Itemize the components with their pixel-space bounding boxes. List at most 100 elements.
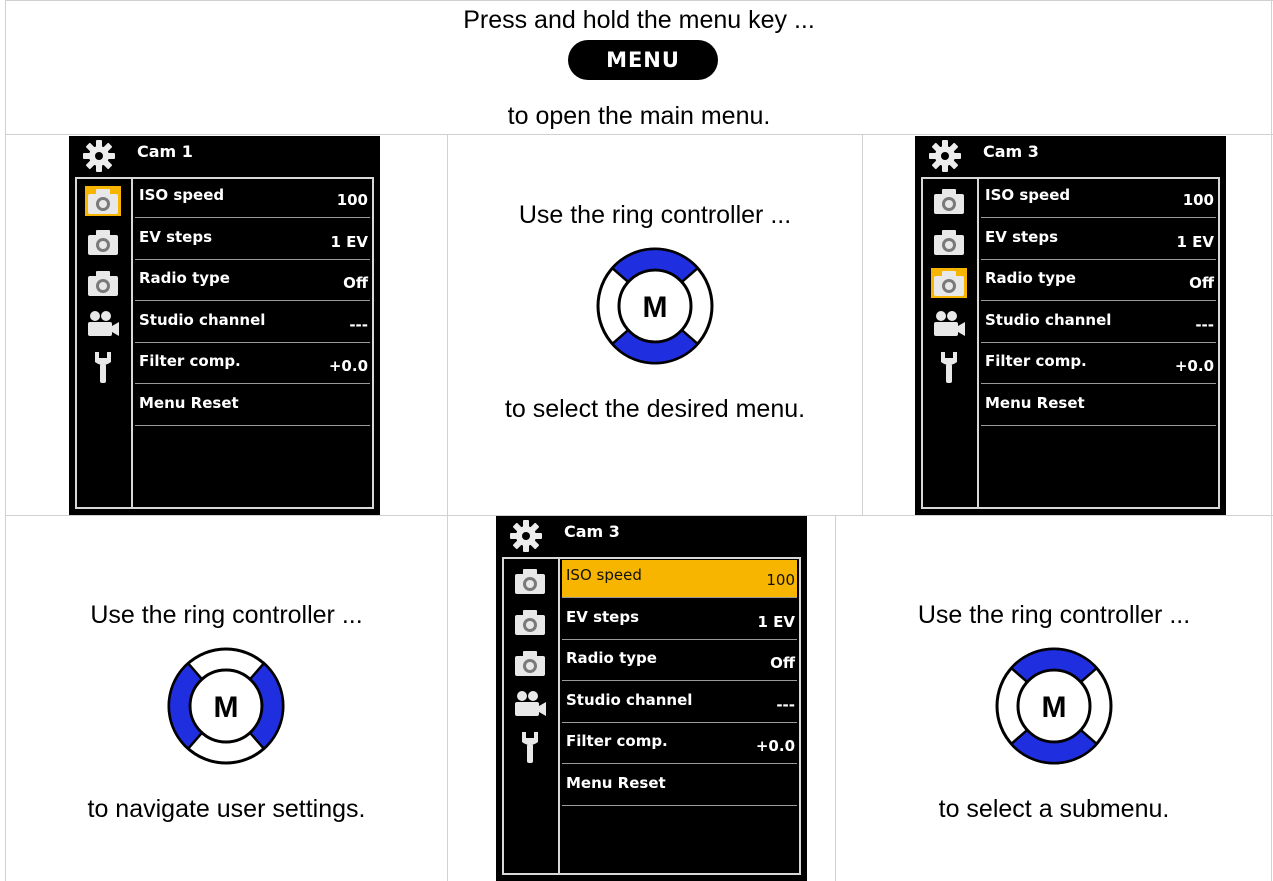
menu-row-value: +0.0 xyxy=(328,357,368,375)
menu-row[interactable]: EV steps 1 EV xyxy=(981,222,1216,260)
menu-row[interactable]: Menu Reset xyxy=(562,768,797,806)
camera-icon[interactable] xyxy=(85,268,121,298)
menu-row[interactable]: ISO speed 100 xyxy=(981,180,1216,218)
mid-instruction-line1: Use the ring controller ... xyxy=(518,201,792,229)
grid-col-divider-2 xyxy=(862,135,863,515)
menu-row-label: Filter comp. xyxy=(566,732,668,750)
camera-icon[interactable] xyxy=(512,607,548,637)
menu-row-value: Off xyxy=(770,654,795,672)
bottom-left-line1: Use the ring controller ... xyxy=(90,601,363,629)
ring-controller[interactable]: M xyxy=(595,246,715,366)
menu-row-label: Menu Reset xyxy=(139,393,239,412)
menu-screen-cam1: Cam 1 ISO speed 100 EV steps 1 EV Radio type… xyxy=(69,136,380,515)
video-camera-icon[interactable] xyxy=(85,309,121,339)
menu-row[interactable]: Radio type Off xyxy=(562,643,797,681)
screen-title: Cam 3 xyxy=(564,522,620,541)
camera-icon[interactable] xyxy=(931,227,967,257)
camera-icon[interactable] xyxy=(512,566,548,596)
menu-row[interactable]: Filter comp. +0.0 xyxy=(135,346,370,384)
bottom-right-line2: to select a submenu. xyxy=(938,795,1170,823)
screen-title: Cam 1 xyxy=(137,142,193,161)
menu-row-value: Off xyxy=(1189,274,1214,292)
wrench-icon[interactable] xyxy=(85,350,121,383)
menu-row[interactable]: Menu Reset xyxy=(981,388,1216,426)
ring-letter: M xyxy=(643,291,668,324)
top-instruction-line2: to open the main menu. xyxy=(507,102,771,130)
menu-row[interactable]: Radio type Off xyxy=(135,263,370,301)
menu-row-value: +0.0 xyxy=(755,737,795,755)
camera-icon[interactable] xyxy=(85,186,121,216)
menu-row-label: Filter comp. xyxy=(139,352,241,370)
video-camera-icon[interactable] xyxy=(512,689,548,719)
menu-row-value: 1 EV xyxy=(330,232,368,251)
side-tab-column xyxy=(506,566,556,771)
menu-row[interactable]: EV steps 1 EV xyxy=(135,222,370,260)
video-camera-icon[interactable] xyxy=(931,309,967,339)
menu-row-label: Studio channel xyxy=(985,310,1112,329)
menu-row-value: 1 EV xyxy=(1176,232,1214,251)
menu-rows: ISO speed 100 EV steps 1 EV Radio type Off Stu… xyxy=(981,180,1216,429)
gear-icon xyxy=(506,518,546,554)
bottom-right-instruction-cell: Use the ring controller ... M to select … xyxy=(836,516,1272,881)
menu-row[interactable]: Filter comp. +0.0 xyxy=(562,726,797,764)
gear-icon xyxy=(79,138,119,174)
menu-rows: ISO speed 100 EV steps 1 EV Radio type Off Stu… xyxy=(135,180,370,429)
bottom-left-line2: to navigate user settings. xyxy=(87,795,366,823)
wrench-icon[interactable] xyxy=(931,350,967,383)
menu-row-label: ISO speed xyxy=(985,186,1071,204)
menu-row-label: EV steps xyxy=(566,607,640,626)
menu-row[interactable]: Studio channel --- xyxy=(562,685,797,723)
bottom-right-line1: Use the ring controller ... xyxy=(917,601,1191,629)
menu-row-value: 100 xyxy=(766,571,795,589)
ring-controller[interactable]: M xyxy=(166,646,286,766)
menu-row-value: --- xyxy=(776,695,795,714)
menu-row-label: Filter comp. xyxy=(985,352,1087,370)
menu-row-label: Radio type xyxy=(985,269,1076,287)
menu-row-value: Off xyxy=(343,274,368,292)
screen-divider xyxy=(131,177,133,509)
side-tab-column xyxy=(79,186,129,391)
menu-row-value: 100 xyxy=(1182,191,1214,209)
menu-row-value: 1 EV xyxy=(757,612,795,631)
ring-controller[interactable]: M xyxy=(994,646,1114,766)
menu-row-label: EV steps xyxy=(985,227,1059,246)
menu-row[interactable]: Filter comp. +0.0 xyxy=(981,346,1216,384)
menu-row-label: Radio type xyxy=(139,269,230,287)
menu-row-label: EV steps xyxy=(139,227,213,246)
menu-row-value: --- xyxy=(349,315,368,334)
mid-instruction-line2: to select the desired menu. xyxy=(504,395,806,423)
menu-row-label: Menu Reset xyxy=(985,393,1085,412)
menu-row[interactable]: Menu Reset xyxy=(135,388,370,426)
menu-row-label: Studio channel xyxy=(139,310,266,329)
menu-row-value: +0.0 xyxy=(1174,357,1214,375)
ring-letter: M xyxy=(1042,691,1067,724)
menu-key-button[interactable]: MENU xyxy=(568,40,718,80)
screen-divider xyxy=(977,177,979,509)
camera-icon[interactable] xyxy=(931,268,967,298)
mid-instruction-cell: Use the ring controller ... M to select … xyxy=(448,135,862,515)
ring-letter: M xyxy=(214,691,239,724)
menu-row[interactable]: ISO speed 100 xyxy=(562,560,797,598)
menu-row[interactable]: EV steps 1 EV xyxy=(562,602,797,640)
menu-row-label: Radio type xyxy=(566,649,657,667)
screen-title: Cam 3 xyxy=(983,142,1039,161)
menu-key-label: MENU xyxy=(606,48,680,72)
menu-row[interactable]: Radio type Off xyxy=(981,263,1216,301)
camera-icon[interactable] xyxy=(85,227,121,257)
wrench-icon[interactable] xyxy=(512,730,548,763)
top-instruction-line1: Press and hold the menu key ... xyxy=(463,6,815,34)
gear-icon xyxy=(925,138,965,174)
side-tab-column xyxy=(925,186,975,391)
menu-row-label: ISO speed xyxy=(139,186,225,204)
menu-row-label: ISO speed xyxy=(566,566,642,584)
camera-icon[interactable] xyxy=(512,648,548,678)
menu-row-value: --- xyxy=(1195,315,1214,334)
menu-row-label: Studio channel xyxy=(566,690,693,709)
menu-row[interactable]: Studio channel --- xyxy=(981,305,1216,343)
camera-icon[interactable] xyxy=(931,186,967,216)
menu-screen-cam3-selected: Cam 3 ISO speed 100 EV steps 1 EV Radio type… xyxy=(496,516,807,881)
menu-row[interactable]: ISO speed 100 xyxy=(135,180,370,218)
menu-row[interactable]: Studio channel --- xyxy=(135,305,370,343)
bottom-left-instruction-cell: Use the ring controller ... M to navigat… xyxy=(6,516,447,881)
menu-row-value: 100 xyxy=(336,191,368,209)
